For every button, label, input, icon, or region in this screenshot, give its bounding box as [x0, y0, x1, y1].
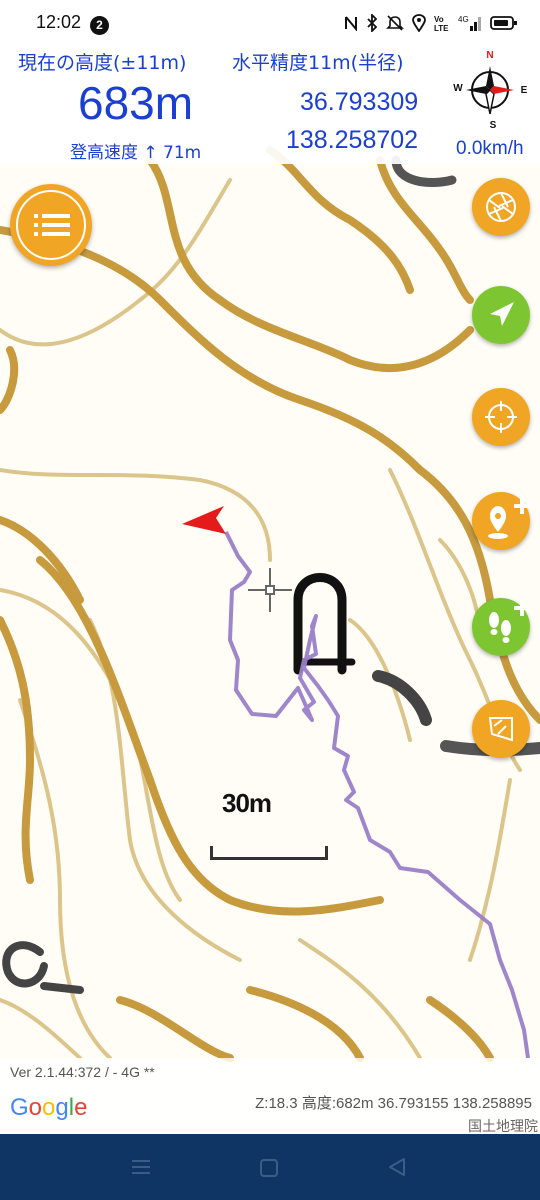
recent-apps-icon[interactable]: [130, 1158, 152, 1176]
nfc-icon: [345, 16, 357, 31]
map-scale-bar: [210, 846, 328, 860]
gps-info-panel: 現在の高度(±11m) 683m 登高速度 ↑ 71m 水平精度11m(半径) …: [0, 46, 540, 164]
compass-w: W: [453, 83, 463, 94]
status-icons: Vo LTE 4G: [344, 14, 518, 32]
add-point-button[interactable]: [472, 492, 530, 550]
signal-4g-icon: 4G: [458, 15, 481, 31]
speed-value: 0.0km/h: [456, 138, 524, 159]
add-track-button[interactable]: [472, 598, 530, 656]
latitude-value: 36.793309: [300, 88, 419, 116]
bluetooth-icon: [367, 14, 378, 32]
location-icon: [412, 14, 426, 32]
crosshair-target-icon: [485, 401, 517, 433]
back-icon[interactable]: [386, 1156, 408, 1178]
climb-rate: 登高速度 ↑ 71m: [70, 143, 202, 163]
compass-n: N: [486, 50, 493, 61]
add-footprints-icon: [489, 600, 530, 643]
altitude-value: 683m: [78, 77, 194, 129]
version-text: Ver 2.1.44:372 / - 4G **: [10, 1064, 155, 1080]
notification-badge: 2: [90, 16, 109, 35]
zoom-info: Z:18.3 高度:682m 36.793155 138.258895: [255, 1095, 532, 1112]
svg-text:Vo: Vo: [434, 15, 444, 24]
target-button[interactable]: [472, 388, 530, 446]
battery-icon: [490, 16, 517, 30]
map-footer: Ver 2.1.44:372 / - 4G ** Google Z:18.3 高…: [0, 1058, 540, 1135]
compass-e: E: [521, 85, 528, 96]
map-attribution: 国土地理院: [468, 1119, 538, 1135]
status-time: 12:02: [36, 12, 82, 32]
system-navigation-bar: [0, 1134, 540, 1200]
horizontal-accuracy: 水平精度11m(半径): [232, 52, 404, 74]
volte-icon: VoLTE: [434, 15, 449, 32]
svg-text:LTE: LTE: [434, 24, 449, 32]
altitude-label: 現在の高度(±11m): [18, 52, 187, 74]
navigate-button[interactable]: [472, 286, 530, 344]
navigate-arrow-icon: [490, 302, 514, 326]
aperture-icon: [486, 192, 516, 222]
layers-button[interactable]: [472, 178, 530, 236]
map-scale-label: 30m: [222, 788, 272, 818]
mute-icon: [386, 15, 404, 31]
google-logo: Google: [10, 1094, 88, 1121]
flag-icon: [488, 717, 513, 742]
topographic-map[interactable]: [0, 0, 540, 1200]
menu-icon: [34, 214, 70, 236]
menu-button[interactable]: [10, 184, 92, 266]
compass-s: S: [490, 120, 497, 131]
home-icon[interactable]: [259, 1158, 279, 1178]
status-bar: 12:02 2 Vo LTE 4G: [0, 0, 540, 46]
flag-button[interactable]: [472, 700, 530, 758]
longitude-value: 138.258702: [286, 126, 419, 154]
compass-icon[interactable]: N S W E: [452, 46, 532, 132]
svg-text:4G: 4G: [458, 15, 469, 24]
add-location-pin-icon: [488, 498, 530, 539]
